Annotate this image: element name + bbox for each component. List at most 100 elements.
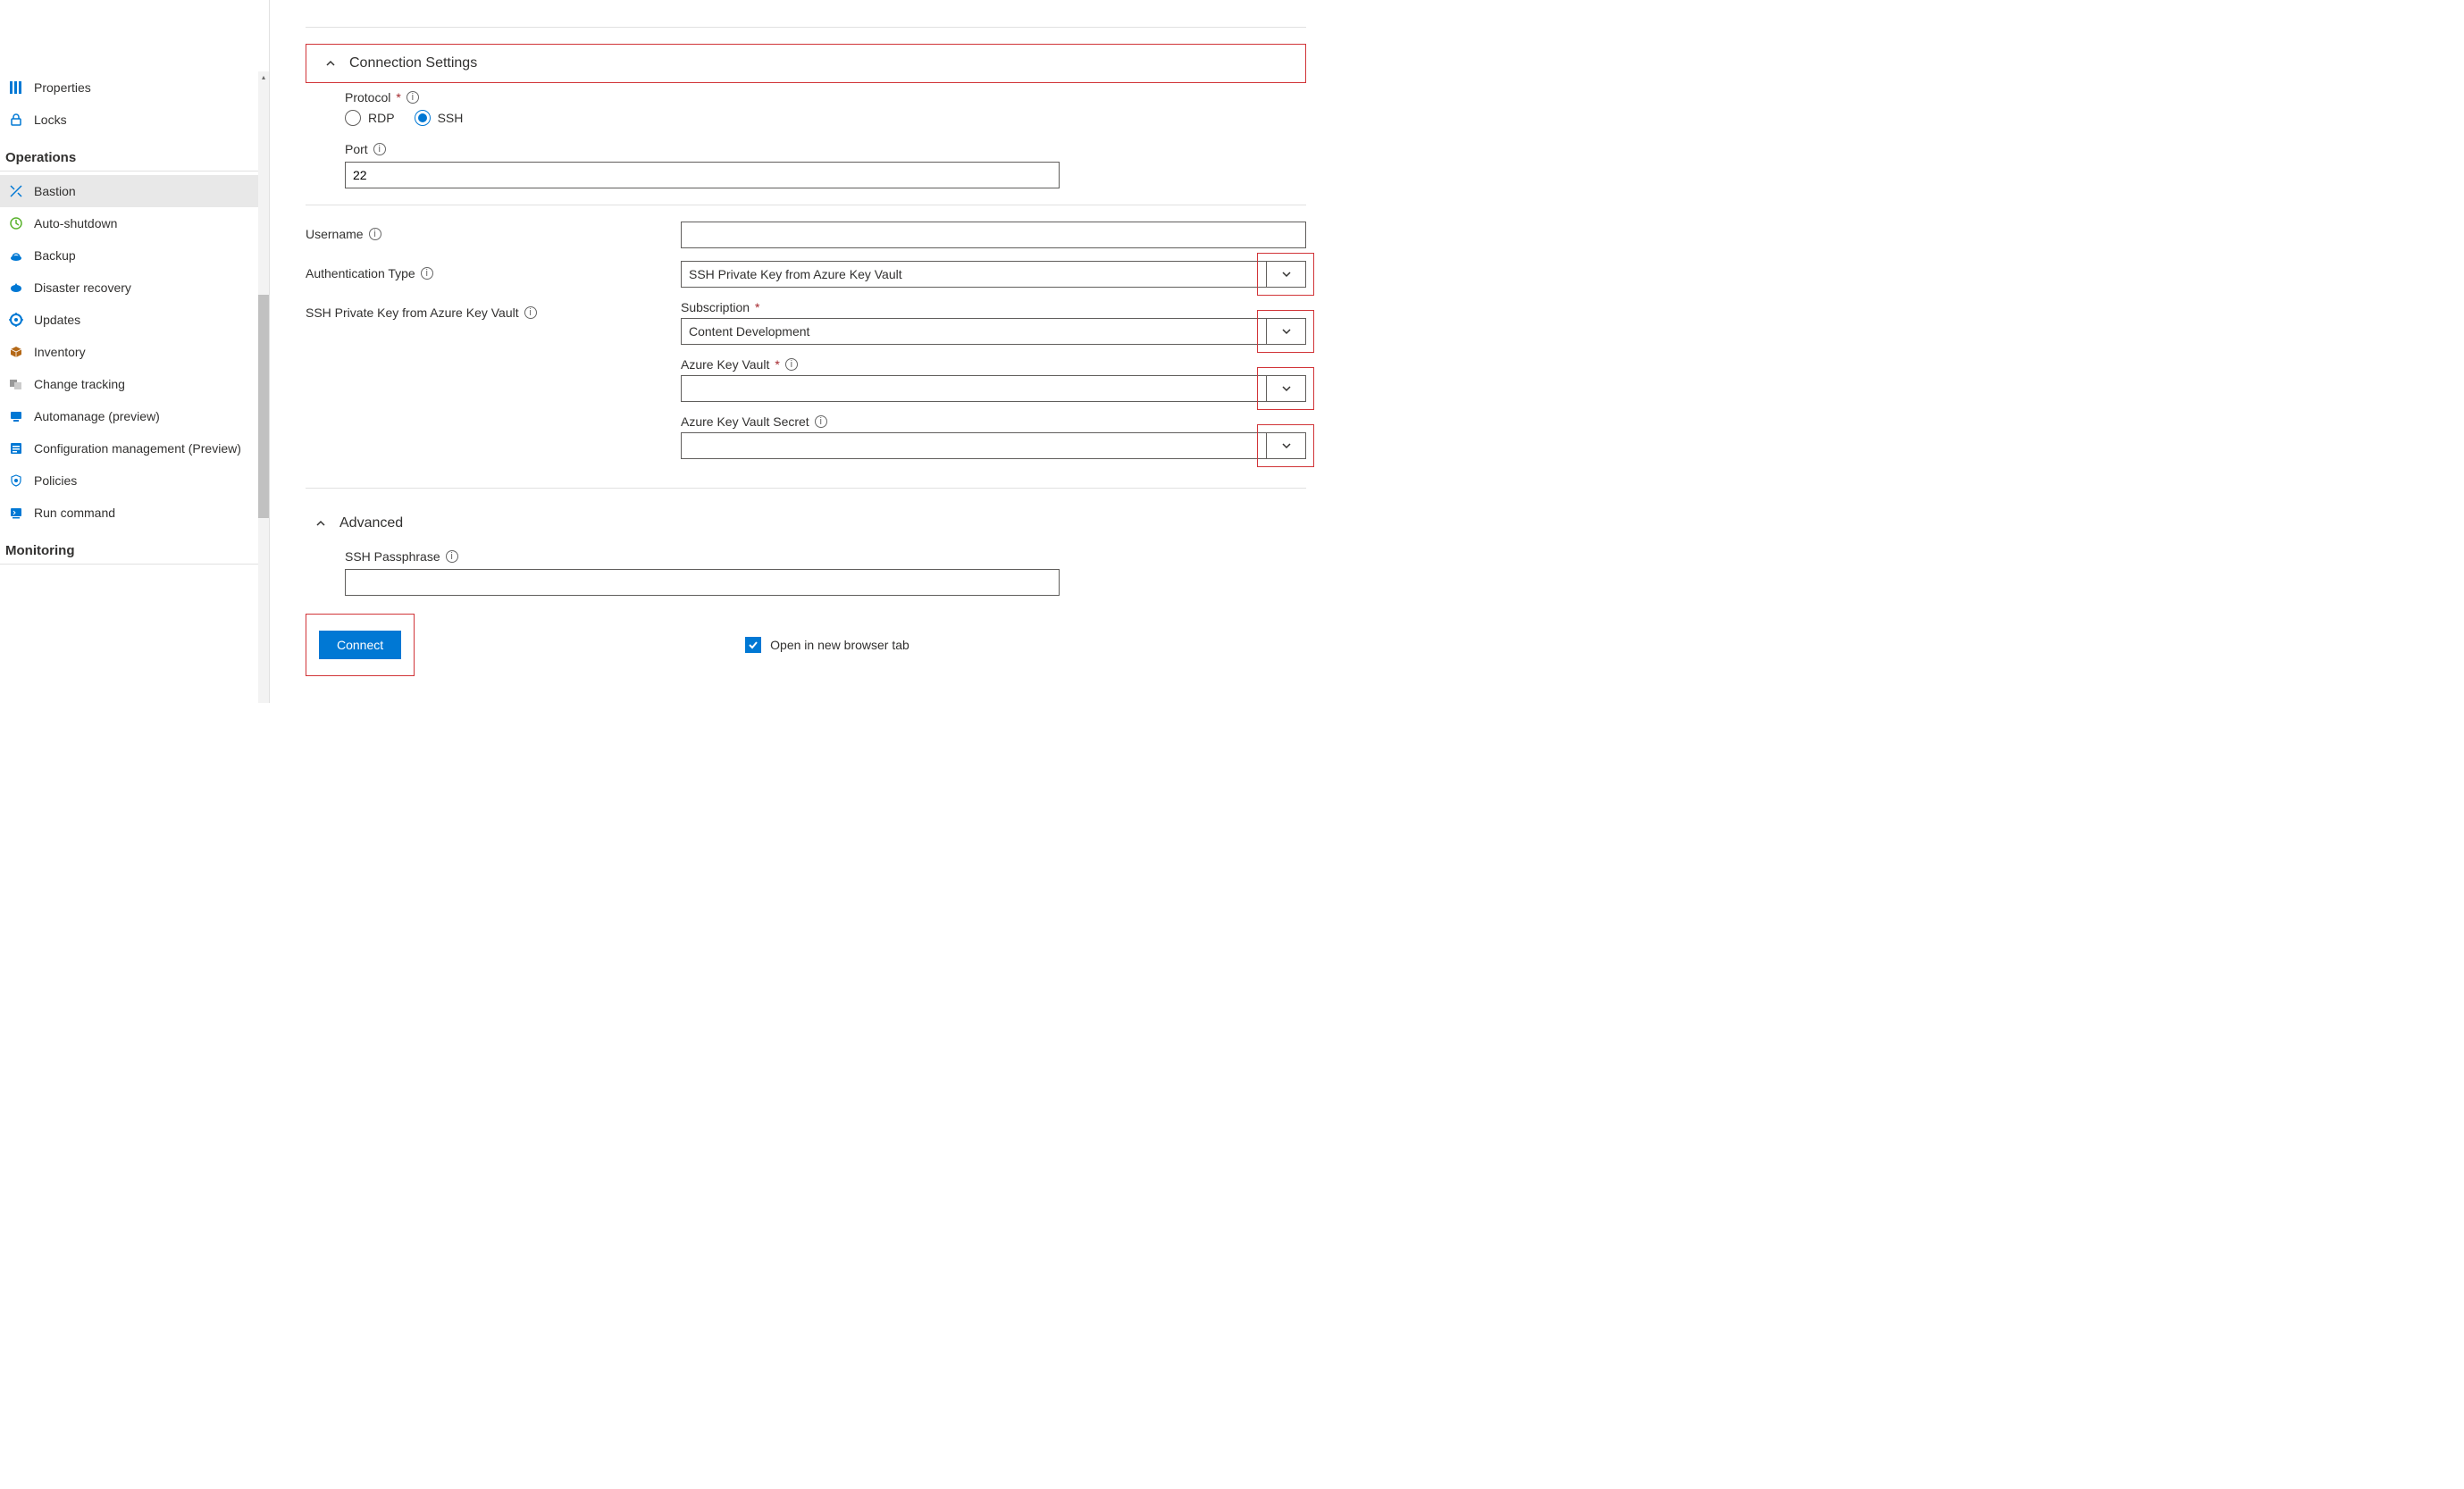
inventory-icon xyxy=(9,345,23,359)
username-input[interactable] xyxy=(681,222,1306,248)
sidebar-item-label: Change tracking xyxy=(34,377,125,391)
required-asterisk: * xyxy=(396,90,400,105)
radio-label: RDP xyxy=(368,111,395,125)
sidebar-item-label: Run command xyxy=(34,506,115,520)
sidebar-item-label: Automanage (preview) xyxy=(34,409,160,423)
protocol-block: Protocol * i RDP SSH Port i xyxy=(345,90,1306,188)
dropdown-value xyxy=(682,442,696,449)
sidebar-item-label: Inventory xyxy=(34,345,86,359)
radio-unchecked-icon xyxy=(345,110,361,126)
sidebar-item-backup[interactable]: Backup xyxy=(0,239,269,272)
sidebar-item-bastion[interactable]: Bastion xyxy=(0,175,269,207)
port-input[interactable] xyxy=(345,162,1060,188)
akv-secret-label: Azure Key Vault Secret xyxy=(681,414,809,429)
updates-icon xyxy=(9,313,23,327)
backup-icon xyxy=(9,248,23,263)
protocol-label: Protocol xyxy=(345,90,390,105)
akv-dropdown[interactable] xyxy=(681,375,1306,402)
info-icon[interactable]: i xyxy=(446,550,458,563)
section-title: Connection Settings xyxy=(349,55,477,71)
sidebar-section-monitoring: Monitoring xyxy=(0,529,269,565)
chevron-up-icon xyxy=(314,517,327,530)
connect-highlight: Connect xyxy=(306,614,415,676)
sidebar-item-policies[interactable]: Policies xyxy=(0,464,269,497)
dropdown-value: Content Development xyxy=(682,321,817,342)
chevron-down-icon xyxy=(1266,262,1305,287)
ssh-passphrase-label: SSH Passphrase xyxy=(345,549,440,564)
sidebar-item-run-command[interactable]: Run command xyxy=(0,497,269,529)
run-icon xyxy=(9,506,23,520)
sidebar-item-label: Backup xyxy=(34,248,76,263)
info-icon[interactable]: i xyxy=(815,415,827,428)
akv-label: Azure Key Vault xyxy=(681,357,769,372)
sidebar-item-automanage[interactable]: Automanage (preview) xyxy=(0,400,269,432)
policies-icon xyxy=(9,473,23,488)
port-label: Port xyxy=(345,142,368,156)
radio-label: SSH xyxy=(438,111,464,125)
sidebar-item-properties[interactable]: Properties xyxy=(0,71,269,104)
sidebar-item-inventory[interactable]: Inventory xyxy=(0,336,269,368)
ssh-passphrase-input[interactable] xyxy=(345,569,1060,596)
subscription-dropdown[interactable]: Content Development xyxy=(681,318,1306,345)
chevron-down-icon xyxy=(1266,376,1305,401)
open-new-tab-checkbox[interactable]: Open in new browser tab xyxy=(745,637,909,653)
chevron-down-icon xyxy=(1266,319,1305,344)
sidebar-item-label: Configuration management (Preview) xyxy=(34,441,241,456)
sidebar-item-label: Bastion xyxy=(34,184,76,198)
auth-type-dropdown[interactable]: SSH Private Key from Azure Key Vault xyxy=(681,261,1306,288)
ssh-kv-label: SSH Private Key from Azure Key Vault xyxy=(306,305,519,320)
chevron-down-icon xyxy=(1266,433,1305,458)
sidebar-item-label: Updates xyxy=(34,313,80,327)
sidebar-item-disaster-recovery[interactable]: Disaster recovery xyxy=(0,272,269,304)
sidebar-item-label: Locks xyxy=(34,113,67,127)
sidebar-item-label: Auto-shutdown xyxy=(34,216,117,230)
advanced-header[interactable]: Advanced xyxy=(306,505,1306,542)
chevron-up-icon xyxy=(324,57,337,70)
required-asterisk: * xyxy=(775,357,779,372)
change-icon xyxy=(9,377,23,391)
sidebar-item-config-management[interactable]: Configuration management (Preview) xyxy=(0,432,269,464)
info-icon[interactable]: i xyxy=(421,267,433,280)
dropdown-value: SSH Private Key from Azure Key Vault xyxy=(682,264,909,285)
dropdown-value xyxy=(682,385,696,392)
disaster-icon xyxy=(9,280,23,295)
main-content: Connection Settings Protocol * i RDP SSH… xyxy=(270,0,1342,703)
username-label: Username xyxy=(306,227,364,241)
radio-ssh[interactable]: SSH xyxy=(415,110,464,126)
sidebar-item-label: Policies xyxy=(34,473,77,488)
scroll-up-arrow[interactable]: ▴ xyxy=(258,71,269,82)
auth-type-label: Authentication Type xyxy=(306,266,415,280)
ssh-passphrase-block: SSH Passphrase i xyxy=(345,549,1306,596)
scrollbar-thumb[interactable] xyxy=(258,295,269,518)
lock-icon xyxy=(9,113,23,127)
properties-icon xyxy=(9,80,23,95)
connection-settings-header[interactable]: Connection Settings xyxy=(306,44,1306,83)
config-icon xyxy=(9,441,23,456)
bastion-icon xyxy=(9,184,23,198)
info-icon[interactable]: i xyxy=(406,91,419,104)
checkbox-label: Open in new browser tab xyxy=(770,638,909,652)
akv-secret-dropdown[interactable] xyxy=(681,432,1306,459)
sidebar-item-label: Properties xyxy=(34,80,91,95)
radio-checked-icon xyxy=(415,110,431,126)
info-icon[interactable]: i xyxy=(373,143,386,155)
checkbox-checked-icon xyxy=(745,637,761,653)
sidebar-item-auto-shutdown[interactable]: Auto-shutdown xyxy=(0,207,269,239)
scrollbar[interactable]: ▴ ▾ xyxy=(258,71,269,703)
info-icon[interactable]: i xyxy=(369,228,381,240)
sidebar: ▴ ▾ Properties Locks Operations Bastion … xyxy=(0,0,270,703)
sidebar-item-updates[interactable]: Updates xyxy=(0,304,269,336)
required-asterisk: * xyxy=(755,300,759,314)
info-icon[interactable]: i xyxy=(524,306,537,319)
info-icon[interactable]: i xyxy=(785,358,798,371)
sidebar-item-label: Disaster recovery xyxy=(34,280,131,295)
sidebar-section-operations: Operations xyxy=(0,136,269,171)
sidebar-item-change-tracking[interactable]: Change tracking xyxy=(0,368,269,400)
automanage-icon xyxy=(9,409,23,423)
subscription-label: Subscription xyxy=(681,300,750,314)
connect-button[interactable]: Connect xyxy=(319,631,401,659)
sidebar-item-locks[interactable]: Locks xyxy=(0,104,269,136)
clock-icon xyxy=(9,216,23,230)
radio-rdp[interactable]: RDP xyxy=(345,110,395,126)
section-title: Advanced xyxy=(339,515,403,531)
